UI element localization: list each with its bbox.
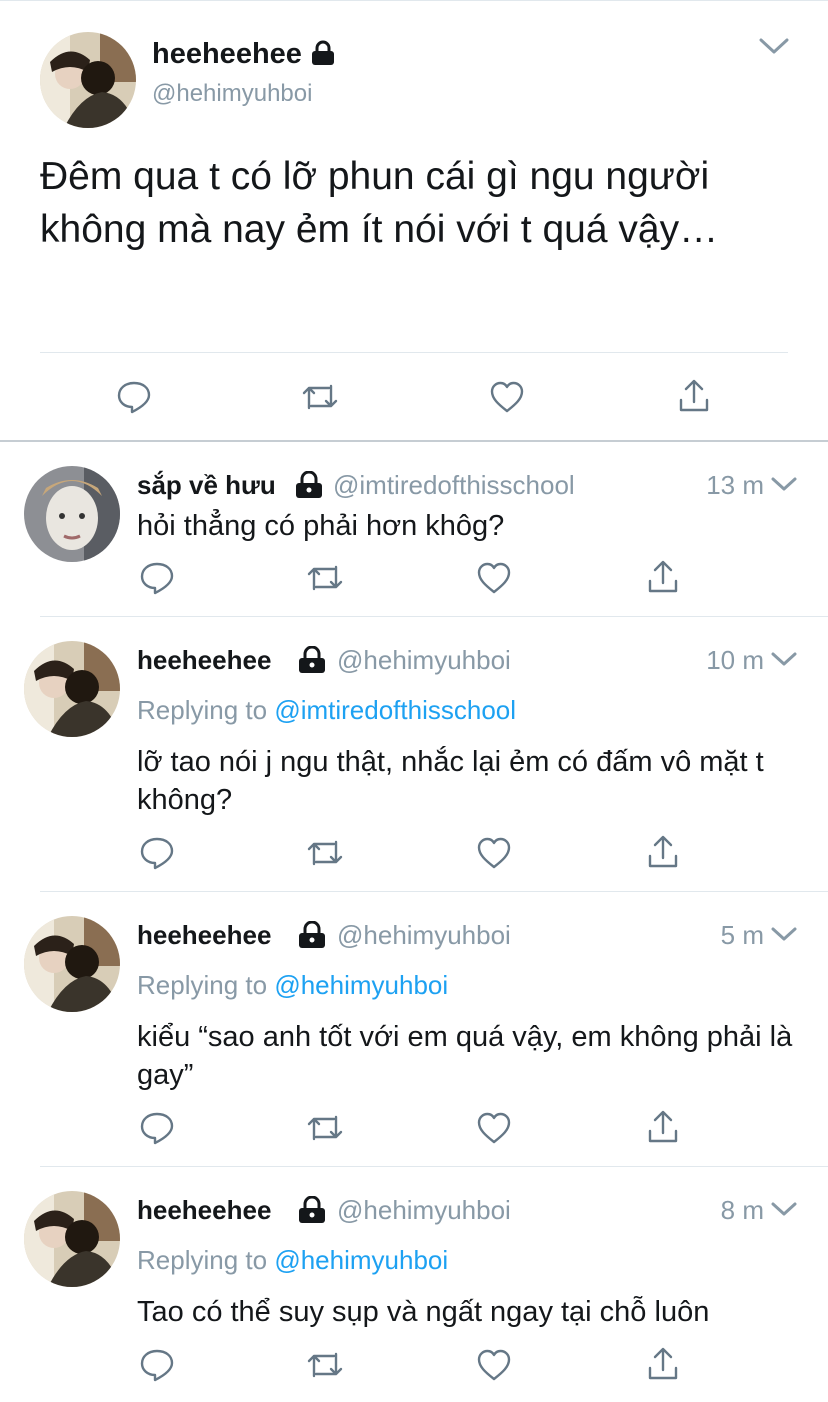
reply-text: hỏi thẳng có phải hơn khôg? (137, 510, 505, 542)
reply-handle[interactable]: @hehimyuhboi (337, 645, 511, 676)
chevron-down-icon[interactable] (770, 925, 798, 943)
reply-avatar[interactable] (24, 1191, 120, 1287)
share-icon[interactable] (646, 559, 680, 595)
retweet-icon[interactable] (306, 1111, 344, 1145)
replying-label: Replying to (137, 1245, 275, 1275)
reply-icon[interactable] (139, 835, 175, 871)
chevron-down-icon[interactable] (758, 36, 790, 56)
retweet-icon[interactable] (306, 1348, 344, 1382)
chevron-down-icon[interactable] (770, 475, 798, 493)
share-icon[interactable] (646, 1109, 680, 1145)
retweet-icon[interactable] (306, 561, 344, 595)
replying-to-link[interactable]: @hehimyuhboi (274, 970, 448, 1000)
replying-to: Replying to @imtiredofthisschool (137, 695, 516, 726)
reply-time: 8 m (720, 1195, 764, 1225)
reply-text: Tao có thể suy sụp và ngất ngay tại chỗ … (137, 1296, 710, 1328)
reply-time: 5 m (720, 920, 764, 950)
replying-label: Replying to (137, 970, 275, 1000)
main-tweet-handle[interactable]: @hehimyuhboi (152, 80, 312, 108)
replying-to: Replying to @hehimyuhboi (137, 1245, 448, 1276)
lock-icon (294, 471, 324, 499)
main-tweet-separator (0, 440, 828, 442)
reply-icon[interactable] (139, 1347, 175, 1383)
reply-name[interactable]: heeheehee (137, 920, 271, 951)
reply-divider (40, 616, 828, 617)
like-icon[interactable] (476, 836, 512, 870)
reply-handle[interactable]: @imtiredofthisschool (333, 470, 575, 501)
reply-handle[interactable]: @hehimyuhboi (337, 920, 511, 951)
reply-text: kiểu “sao anh tốt với em quá vậy, em khô… (137, 1021, 793, 1091)
reply-time: 13 m (706, 470, 764, 500)
retweet-icon[interactable] (301, 380, 339, 414)
lock-icon (311, 40, 335, 66)
lock-icon (297, 646, 327, 674)
reply-time: 10 m (706, 645, 764, 675)
lock-icon (297, 1196, 327, 1224)
reply-icon[interactable] (139, 1110, 175, 1146)
like-icon[interactable] (489, 380, 525, 414)
reply-avatar[interactable] (24, 916, 120, 1012)
lock-icon (297, 921, 327, 949)
reply-name[interactable]: sắp về hưu (137, 470, 276, 501)
reply-name[interactable]: heeheehee (137, 1195, 271, 1226)
share-icon[interactable] (646, 834, 680, 870)
reply-avatar[interactable] (24, 466, 120, 562)
chevron-down-icon[interactable] (770, 1200, 798, 1218)
reply-divider (40, 1166, 828, 1167)
share-icon[interactable] (646, 1346, 680, 1382)
reply-text: lỡ tao nói j ngu thật, nhắc lại ẻm có đấ… (137, 746, 764, 816)
reply-handle[interactable]: @hehimyuhboi (337, 1195, 511, 1226)
replying-label: Replying to (137, 695, 275, 725)
main-tweet-text: Đêm qua t có lỡ phun cái gì ngu người kh… (40, 155, 719, 251)
main-tweet-divider (40, 352, 788, 353)
replying-to-link[interactable]: @hehimyuhboi (274, 1245, 448, 1275)
like-icon[interactable] (476, 1111, 512, 1145)
reply-name[interactable]: heeheehee (137, 645, 271, 676)
like-icon[interactable] (476, 1348, 512, 1382)
chevron-down-icon[interactable] (770, 650, 798, 668)
share-icon[interactable] (677, 378, 711, 414)
main-tweet-name[interactable]: heeheehee (152, 38, 302, 71)
reply-divider (40, 891, 828, 892)
top-divider (0, 0, 828, 1)
replying-to: Replying to @hehimyuhboi (137, 970, 448, 1001)
main-tweet-avatar[interactable] (40, 32, 136, 128)
reply-avatar[interactable] (24, 641, 120, 737)
reply-icon[interactable] (139, 560, 175, 596)
retweet-icon[interactable] (306, 836, 344, 870)
replying-to-link[interactable]: @imtiredofthisschool (274, 695, 516, 725)
reply-icon[interactable] (116, 379, 152, 415)
like-icon[interactable] (476, 561, 512, 595)
